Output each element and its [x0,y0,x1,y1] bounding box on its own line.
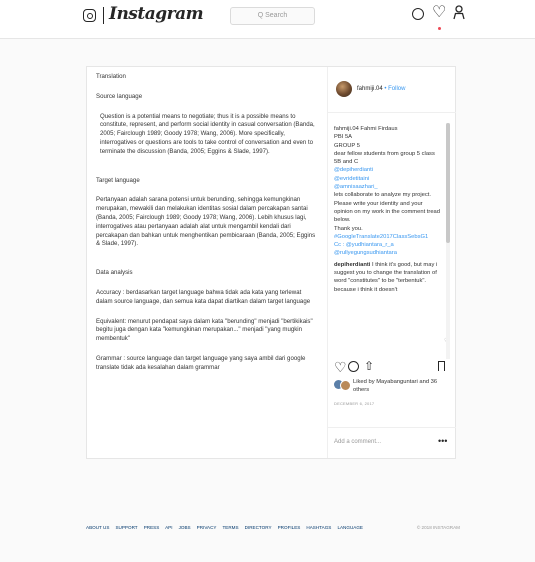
post-username: fahmiji.04 • Follow [357,86,405,92]
post-title: Translation [96,73,126,80]
caption-line: GROUP 5 [334,142,360,149]
top-navigation-bar: Instagram Q Search ♡ [0,0,535,39]
search-input[interactable]: Q Search [230,7,315,25]
likes-count[interactable]: Liked by Mayabanguntari and 36 others [353,378,448,395]
add-comment-input[interactable]: Add a comment... [334,439,381,445]
mention-link[interactable]: @rullyegungsudhiantara [334,249,442,257]
source-text: Question is a potential means to negotia… [100,112,315,155]
comment: depiherdianti I think it's good, but may… [334,261,442,294]
explore-icon[interactable] [412,8,424,20]
liker-avatar [340,380,351,391]
add-comment-bar: Add a comment... ••• [328,427,456,459]
more-options-icon[interactable]: ••• [438,436,447,446]
analysis-heading: Data analysis [96,269,133,277]
bookmark-icon[interactable] [438,361,445,371]
footer-links: ABOUT US SUPPORT PRESS API JOBS PRIVACY … [86,525,460,530]
share-icon[interactable]: ⇧ [364,360,374,372]
person-icon[interactable] [453,5,465,20]
footer-link-press[interactable]: PRESS [144,525,160,530]
equivalent-text: Equivalent: menurut pendapat saya dalam … [96,317,313,343]
footer-link-profiles[interactable]: PROFILES [278,525,301,530]
comments-scrollbar[interactable] [446,123,450,359]
avatar[interactable] [336,81,352,97]
mention-link[interactable]: @evridetitaini [334,175,442,183]
post-actions: ♡ ⇧ [334,360,450,376]
comment-thread: fahmiji.04 Fahmi Firdaus PBI 5A GROUP 5 … [334,125,442,357]
camera-icon[interactable] [83,9,96,22]
source-heading: Source language [96,92,143,100]
footer-link-privacy[interactable]: PRIVACY [197,525,217,530]
footer-link-api[interactable]: API [165,525,172,530]
comment-username[interactable]: depiherdianti [334,262,370,268]
instagram-logo[interactable]: Instagram [109,4,204,24]
footer-link-hashtags[interactable]: HASHTAGS [306,525,331,530]
post-header: fahmiji.04 • Follow [328,67,456,113]
copyright: © 2018 INSTAGRAM [416,525,460,530]
caption-line: Please write your identity and your opin… [334,200,441,224]
post-image: Translation Source language Question is … [87,67,327,458]
caption-line: PBI 5A [334,134,353,141]
cc-mention-link[interactable]: Cc : @yudhiantara_r_a [334,241,442,249]
heart-icon[interactable]: ♡ [432,5,446,21]
comment-icon[interactable] [348,361,359,372]
scrollbar-thumb[interactable] [446,123,450,243]
grammar-text: Grammar : source language dan target lan… [96,354,306,371]
like-icon[interactable]: ♡ [334,360,347,374]
footer: ABOUT US SUPPORT PRESS API JOBS PRIVACY … [86,525,460,535]
follow-button[interactable]: • Follow [384,86,405,92]
logo-divider [103,7,104,24]
footer-link-support[interactable]: SUPPORT [115,525,137,530]
post-sidebar: fahmiji.04 • Follow fahmiji.04 Fahmi Fir… [327,67,456,458]
caption-line: dear fellow students from group 5 class … [334,150,435,166]
post-card: Translation Source language Question is … [86,66,456,459]
footer-link-jobs[interactable]: JOBS [179,525,191,530]
footer-link-language[interactable]: LANGUAGE [337,525,363,530]
username-link[interactable]: fahmiji.04 [357,86,383,92]
caption-line: Thank you. [334,225,363,232]
footer-link-terms[interactable]: TERMS [222,525,238,530]
post-date: DECEMBER 6, 2017 [334,401,375,406]
footer-link-about[interactable]: ABOUT US [86,525,109,530]
hashtag-link[interactable]: #GoogleTranslate2017ClassSebsG1 [334,233,442,241]
target-heading: Target language [96,176,140,184]
caption-line: lets collaborate to analyze my project. [334,192,431,199]
footer-link-directory[interactable]: DIRECTORY [245,525,272,530]
caption-line: fahmiji.04 Fahmi Firdaus [334,126,398,132]
target-text: Pertanyaan adalah sarana potensi untuk b… [96,196,316,248]
notification-dot [438,27,441,30]
accuracy-text: Accuracy : berdasarkan target language b… [96,288,311,305]
mention-link[interactable]: @amnisaazhari_ [334,183,442,191]
mention-link[interactable]: @depiherdianti [334,166,442,174]
